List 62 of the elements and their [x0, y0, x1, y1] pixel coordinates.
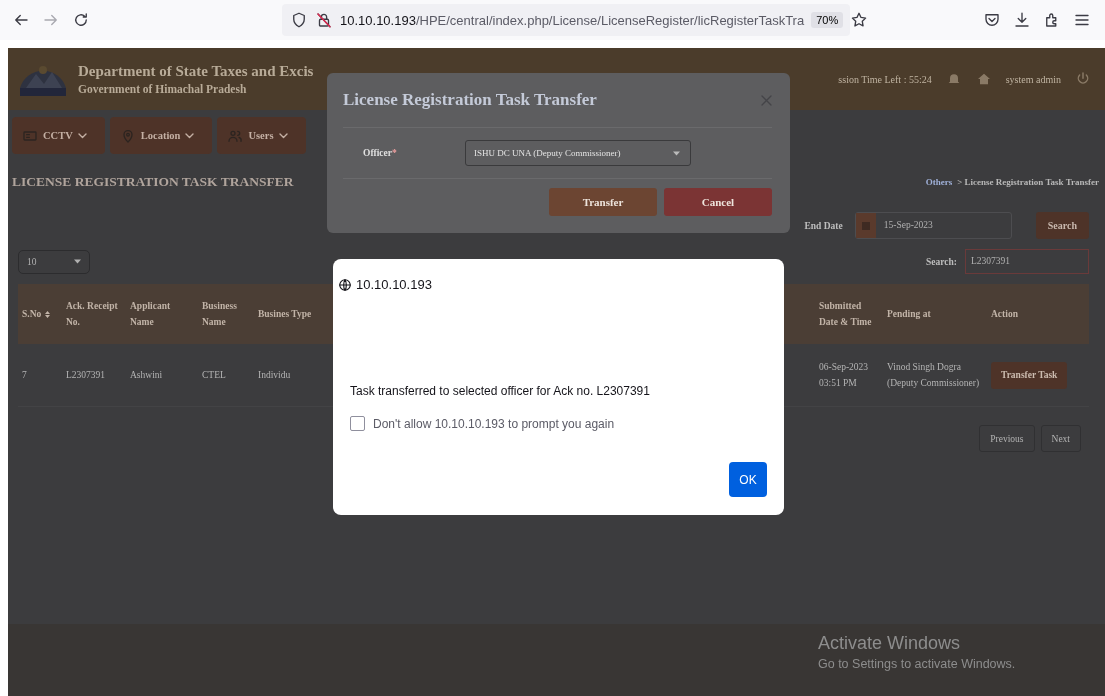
reload-icon[interactable]: [72, 11, 90, 29]
checkbox-label[interactable]: Don't allow 10.10.10.193 to prompt you again: [373, 416, 615, 431]
column-header[interactable]: Ack. Receipt No.: [62, 284, 126, 344]
search-field[interactable]: L2307391: [965, 249, 1089, 274]
sort-arrows-icon[interactable]: [44, 309, 52, 319]
column-header[interactable]: S.No: [18, 284, 62, 344]
table-cell: Individu: [254, 344, 320, 407]
globe-icon: [338, 277, 352, 292]
pagination-button[interactable]: Previous: [979, 425, 1035, 452]
table-cell: 7: [18, 344, 62, 407]
nav-menu-item[interactable]: CCTV: [12, 117, 105, 154]
activation-text: Go to Settings to activate Windows.: [818, 657, 1016, 671]
activation-title: Activate Windows: [818, 633, 962, 654]
search-button[interactable]: Search: [1035, 212, 1089, 239]
column-header[interactable]: Action: [987, 284, 1089, 344]
end-date-label: End Date: [804, 220, 843, 231]
end-date-field[interactable]: 15-Sep-2023: [854, 212, 1012, 239]
transfer-task-button[interactable]: Transfer Task: [991, 361, 1068, 389]
column-header[interactable]: Submitted Date & Time: [815, 284, 883, 344]
power-icon[interactable]: [1075, 71, 1091, 87]
checkbox[interactable]: [350, 416, 365, 431]
page-heading: LICENSE REGISTRATION TASK TRANSFER: [12, 174, 294, 190]
column-header[interactable]: Pending at: [883, 284, 987, 344]
table-cell: Vinod Singh Dogra (Deputy Commissioner): [883, 344, 987, 407]
lock-slash-icon: [315, 11, 333, 29]
officer-label: Officer*: [363, 148, 398, 158]
pagination-button[interactable]: Next: [1040, 425, 1081, 452]
breadcrumb-link[interactable]: Others: [925, 177, 953, 187]
cancel-button[interactable]: Cancel: [664, 188, 772, 216]
download-icon[interactable]: [1013, 11, 1031, 29]
table-cell: CTEL: [198, 344, 254, 407]
star-icon[interactable]: [850, 11, 869, 29]
site-origin: 10.10.10.193: [356, 277, 432, 292]
user-name[interactable]: system admin: [1005, 73, 1061, 85]
transfer-button[interactable]: Transfer: [549, 188, 657, 216]
chevron-down-icon: [77, 132, 87, 139]
officer-select[interactable]: ISHU DC UNA (Deputy Commissioner): [465, 140, 691, 166]
column-header[interactable]: Busines Type: [254, 284, 320, 344]
table-cell: 06-Sep-2023 03:51 PM: [815, 344, 883, 407]
url-text: 10.10.10.193/HPE/central/index.php/License/LicenseRegister/licRegisterTaskTra: [340, 12, 805, 28]
pocket-icon[interactable]: [983, 11, 1001, 29]
caret-down-icon: [74, 257, 81, 266]
dialog-title: License Registration Task Transfer: [343, 90, 597, 110]
table-cell: L2307391: [62, 344, 126, 407]
column-header[interactable]: Business Name: [198, 284, 254, 344]
government-subtitle: Government of Himachal Pradesh: [78, 83, 248, 95]
table-cell: Ashwini: [126, 344, 198, 407]
session-timer: ssion Time Left : 55:24: [838, 73, 932, 85]
nav-menu-item[interactable]: Location: [109, 117, 213, 154]
column-header[interactable]: Applicant Name: [126, 284, 198, 344]
caret-down-icon: [673, 148, 680, 158]
alert-message: Task transferred to selected officer for Ack no. L2307391: [350, 384, 651, 398]
chevron-down-icon: [278, 132, 288, 139]
ok-button[interactable]: OK: [729, 462, 767, 497]
department-title: Department of State Taxes and Excis: [78, 63, 314, 80]
page-length-select[interactable]: 10: [18, 249, 90, 274]
nav-menu-item[interactable]: Users: [217, 117, 306, 154]
zoom-level-badge[interactable]: 70%: [811, 12, 844, 28]
chevron-down-icon: [185, 132, 195, 139]
search-label: Search:: [926, 256, 957, 267]
shield-icon: [290, 11, 308, 29]
breadcrumb-current: > License Registration Task Transfer: [957, 177, 1099, 187]
